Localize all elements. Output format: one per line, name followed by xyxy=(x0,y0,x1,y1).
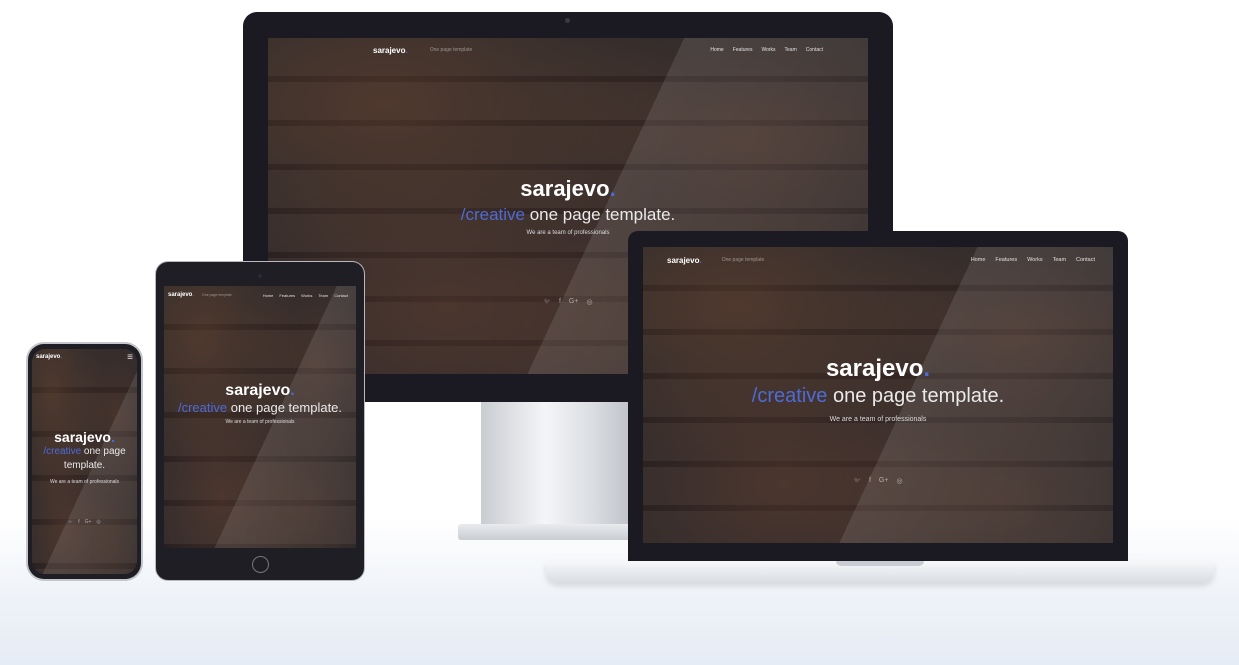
hero-subtitle: /creative one page template. xyxy=(460,205,676,224)
nav-works[interactable]: Works xyxy=(761,47,775,53)
site-logo[interactable]: sarajevo. xyxy=(168,292,194,298)
monitor-camera xyxy=(565,18,570,23)
twitter-icon[interactable]: 🐦 xyxy=(68,519,73,525)
hero-tagline: We are a team of professionals xyxy=(829,416,927,423)
facebook-icon[interactable]: f xyxy=(78,519,79,525)
laptop-hero: sarajevo. /creative one page template. W… xyxy=(643,355,1113,423)
site-tagline: One page template xyxy=(429,47,473,53)
nav-contact[interactable]: Contact xyxy=(334,293,348,298)
site-tagline: One page template xyxy=(202,293,232,297)
nav-features[interactable]: Features xyxy=(733,47,753,53)
hamburger-icon[interactable]: ≡ xyxy=(127,352,133,363)
phone-social: 🐦 f G+ ◎ xyxy=(32,519,137,525)
desktop-menu: Home Features Works Team Contact xyxy=(710,47,823,53)
nav-features[interactable]: Features xyxy=(995,257,1017,263)
nav-team[interactable]: Team xyxy=(785,47,797,53)
nav-works[interactable]: Works xyxy=(1027,257,1042,263)
dribbble-icon[interactable]: ◎ xyxy=(586,298,592,306)
hero-title: sarajevo. xyxy=(825,355,931,382)
phone-device: sarajevo. ≡ sarajevo. /creative one page… xyxy=(28,344,141,579)
phone-navbar: sarajevo. ≡ xyxy=(32,349,137,365)
nav-home[interactable]: Home xyxy=(971,257,986,263)
laptop-navbar: sarajevo. One page template Home Feature… xyxy=(643,247,1113,273)
tablet-home-button[interactable] xyxy=(252,556,269,573)
facebook-icon[interactable]: f xyxy=(869,477,871,485)
tablet-camera xyxy=(258,274,262,278)
facebook-icon[interactable]: f xyxy=(559,298,561,306)
google-plus-icon[interactable]: G+ xyxy=(879,477,889,485)
nav-home[interactable]: Home xyxy=(710,47,723,53)
dribbble-icon[interactable]: ◎ xyxy=(96,519,100,525)
hero-tagline: We are a team of professionals xyxy=(49,479,120,485)
hero-subtitle: /creative one page template. xyxy=(177,400,343,415)
nav-team[interactable]: Team xyxy=(1053,257,1066,263)
tablet-device: sarajevo. One page template Home Feature… xyxy=(156,262,364,580)
tablet-menu: Home Features Works Team Contact xyxy=(263,293,348,298)
site-tagline: One page template xyxy=(721,257,765,263)
nav-contact[interactable]: Contact xyxy=(1076,257,1095,263)
twitter-icon[interactable]: 🐦 xyxy=(853,477,860,485)
desktop-social: 🐦 f G+ ◎ xyxy=(268,298,868,306)
hero-subtitle: /creative one page template. xyxy=(43,446,126,471)
laptop-social: 🐦 f G+ ◎ xyxy=(643,477,1113,485)
twitter-icon[interactable]: 🐦 xyxy=(543,298,550,306)
hero-title: sarajevo. xyxy=(225,382,295,399)
laptop-notch xyxy=(836,561,924,566)
phone-screen: sarajevo. ≡ sarajevo. /creative one page… xyxy=(32,349,137,574)
google-plus-icon[interactable]: G+ xyxy=(85,519,92,525)
laptop-screen: sarajevo. One page template Home Feature… xyxy=(643,247,1113,543)
nav-home[interactable]: Home xyxy=(263,293,274,298)
tablet-navbar: sarajevo. One page template Home Feature… xyxy=(164,286,356,304)
hero-title: sarajevo. xyxy=(54,429,115,445)
nav-features[interactable]: Features xyxy=(279,293,295,298)
phone-hero: sarajevo. /creative one page template. We… xyxy=(32,429,137,485)
tablet-screen: sarajevo. One page template Home Feature… xyxy=(164,286,356,548)
site-logo[interactable]: sarajevo. xyxy=(36,354,62,360)
hero-subtitle: /creative one page template. xyxy=(751,385,1005,407)
desktop-hero: sarajevo. /creative one page template. W… xyxy=(268,176,868,236)
laptop-menu: Home Features Works Team Contact xyxy=(971,257,1095,263)
tablet-hero: sarajevo. /creative one page template. W… xyxy=(164,382,356,425)
hero-tagline: We are a team of professionals xyxy=(526,230,610,236)
desktop-navbar: sarajevo. One page template Home Feature… xyxy=(268,38,868,62)
nav-team[interactable]: Team xyxy=(318,293,328,298)
hero-title: sarajevo. xyxy=(520,176,616,201)
nav-works[interactable]: Works xyxy=(301,293,312,298)
dribbble-icon[interactable]: ◎ xyxy=(896,477,902,485)
google-plus-icon[interactable]: G+ xyxy=(569,298,579,306)
laptop-device: sarajevo. One page template Home Feature… xyxy=(546,231,1214,593)
nav-contact[interactable]: Contact xyxy=(806,47,823,53)
hero-tagline: We are a team of professionals xyxy=(225,419,295,425)
site-logo[interactable]: sarajevo. xyxy=(667,256,702,265)
site-logo[interactable]: sarajevo. xyxy=(373,46,408,55)
